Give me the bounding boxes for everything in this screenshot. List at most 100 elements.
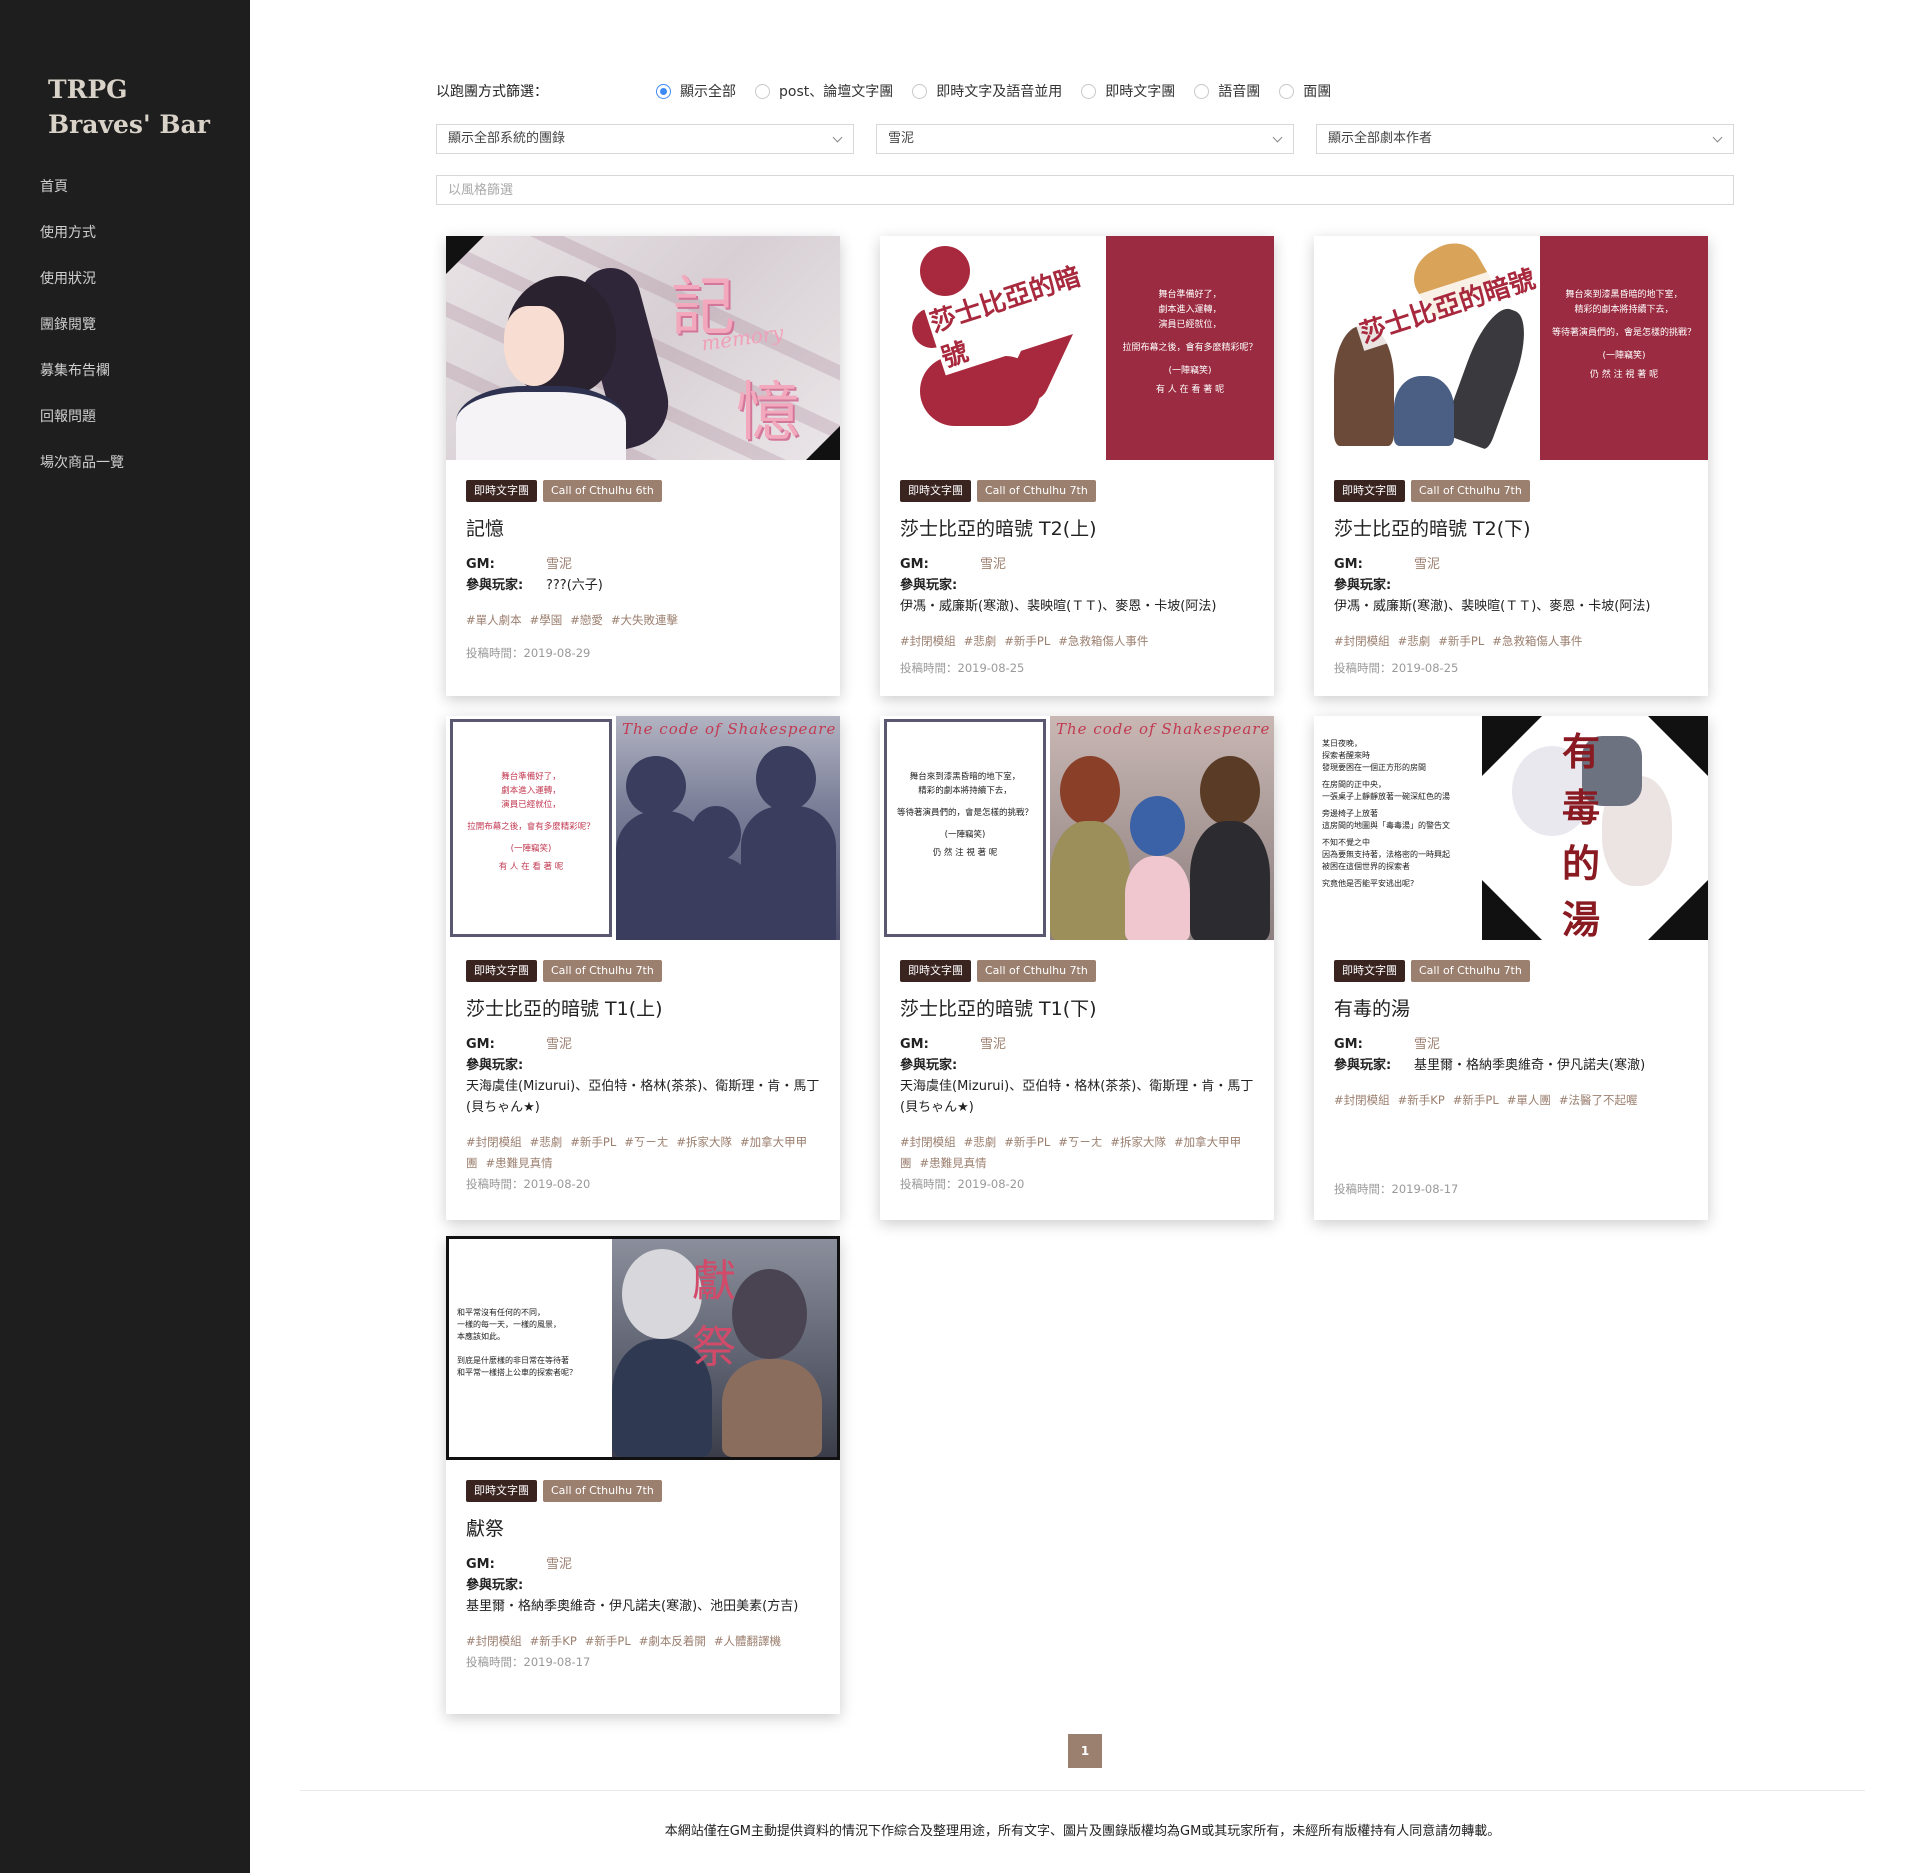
hashtag[interactable]: #封閉模組 — [466, 1634, 522, 1648]
hashtag[interactable]: #患難見真情 — [486, 1156, 553, 1170]
hashtag[interactable]: #悲劇 — [964, 1135, 997, 1149]
type-tag: 即時文字團 — [1334, 480, 1405, 502]
record-card[interactable]: 記 memory 憶 即時文字團 Call of Cthulhu 6th 記憶 G… — [446, 236, 840, 696]
card-cover-image[interactable]: 某日夜晚， 探索者醒來時 發現要困在一個正方形的房間 在房間的正中央， 一張桌子上靜靜… — [1314, 716, 1708, 940]
players-label: 參與玩家: — [1334, 578, 1392, 593]
hashtag[interactable]: #新手PL — [1004, 634, 1050, 648]
radio-offline[interactable]: 面團 — [1279, 81, 1331, 101]
gm-name[interactable]: 雪泥 — [546, 557, 572, 572]
site-brand[interactable]: TRPG Braves' Bar — [48, 72, 238, 142]
players-list: 基里爾・格納季奧維奇・伊凡諾夫(寒澈) — [1414, 1058, 1646, 1073]
hashtag[interactable]: #悲劇 — [530, 1135, 563, 1149]
card-cover-image[interactable]: 莎士比亞的暗號 舞台來到漆黑昏暗的地下室， 精彩的劇本將持續下去， 等待著演員們的，… — [1314, 236, 1708, 460]
record-card[interactable]: 莎士比亞的暗號 舞台來到漆黑昏暗的地下室， 精彩的劇本將持續下去， 等待著演員們的，… — [1314, 236, 1708, 696]
gm-name[interactable]: 雪泥 — [546, 1037, 572, 1052]
card-title[interactable]: 莎士比亞的暗號 T1(上) — [466, 996, 820, 1022]
hashtag[interactable]: #戀愛 — [570, 613, 603, 627]
radio-live-text[interactable]: 即時文字團 — [1081, 81, 1175, 101]
nav-item-report[interactable]: 回報問題 — [40, 402, 124, 448]
card-title[interactable]: 獻祭 — [466, 1516, 820, 1542]
cover-text-panel: 和平常沒有任何的不同， 一樣的每一天，一樣的風景， 本應該如此。 到底是什麼樣的非日常… — [449, 1239, 609, 1457]
pagination-page-button[interactable]: 1 — [1068, 1734, 1102, 1768]
card-title[interactable]: 莎士比亞的暗號 T1(下) — [900, 996, 1254, 1022]
gm-name[interactable]: 雪泥 — [980, 1037, 1006, 1052]
hashtag[interactable]: #新手PL — [1004, 1135, 1050, 1149]
hashtag[interactable]: #急救箱傷人事件 — [1058, 634, 1148, 648]
record-card[interactable]: 舞台來到漆黑昏暗的地下室， 精彩的劇本將持續下去， 等待著演員們的，會是怎樣的挑戰？… — [880, 716, 1274, 1220]
style-filter-input[interactable] — [436, 175, 1734, 205]
hashtag[interactable]: #大失敗連擊 — [611, 613, 678, 627]
hashtag[interactable]: #封閉模組 — [900, 1135, 956, 1149]
sidebar-nav: 首頁 使用方式 使用狀況 團錄閱覽 募集布告欄 回報問題 場次商品一覽 — [40, 172, 124, 494]
hashtag[interactable]: #單人劇本 — [466, 613, 522, 627]
hashtag-list: #封閉模組 #新手KP #新手PL #單人團 #法醫了不起喔 — [1334, 1090, 1688, 1111]
hashtag[interactable]: #拆家大隊 — [676, 1135, 732, 1149]
hashtag[interactable]: #ㄎㄧㄤ — [624, 1135, 668, 1149]
nav-item-recruit[interactable]: 募集布告欄 — [40, 356, 124, 402]
card-cover-image[interactable]: 舞台來到漆黑昏暗的地下室， 精彩的劇本將持續下去， 等待著演員們的，會是怎樣的挑戰？… — [880, 716, 1274, 940]
hashtag[interactable]: #新手KP — [1398, 1093, 1445, 1107]
gm-name[interactable]: 雪泥 — [1414, 557, 1440, 572]
radio-voice[interactable]: 語音團 — [1194, 81, 1260, 101]
card-cover-image[interactable]: 舞台準備好了， 劇本進入運轉， 演員已經就位， 拉開布幕之後，會有多麼精彩呢？ (一陣竊… — [446, 716, 840, 940]
hashtag[interactable]: #新手PL — [1438, 634, 1484, 648]
hashtag[interactable]: #拆家大隊 — [1110, 1135, 1166, 1149]
chevron-down-icon — [1712, 132, 1723, 143]
radio-icon — [1279, 83, 1295, 99]
hashtag[interactable]: #封閉模組 — [1334, 1093, 1390, 1107]
nav-item-status[interactable]: 使用狀況 — [40, 264, 124, 310]
hashtag[interactable]: #患難見真情 — [920, 1156, 987, 1170]
gm-name[interactable]: 雪泥 — [980, 557, 1006, 572]
players-label: 參與玩家: — [1334, 1058, 1392, 1073]
card-cover-image[interactable]: 記 memory 憶 — [446, 236, 840, 460]
hashtag[interactable]: #單人團 — [1507, 1093, 1551, 1107]
type-tag: 即時文字團 — [900, 480, 971, 502]
type-tag: 即時文字團 — [466, 960, 537, 982]
hashtag[interactable]: #封閉模組 — [466, 1135, 522, 1149]
posted-date: 投稿時間：2019-08-20 — [466, 1177, 591, 1191]
card-title[interactable]: 莎士比亞的暗號 T2(下) — [1334, 516, 1688, 542]
hashtag[interactable]: #劇本反着開 — [639, 1634, 706, 1648]
card-title[interactable]: 莎士比亞的暗號 T2(上) — [900, 516, 1254, 542]
radio-show-all[interactable]: 顯示全部 — [656, 81, 736, 101]
nav-item-home[interactable]: 首頁 — [40, 172, 124, 218]
hashtag[interactable]: #人體翻譯機 — [714, 1634, 781, 1648]
radio-post-forum[interactable]: post、論壇文字團 — [755, 81, 893, 101]
radio-icon — [912, 83, 928, 99]
hashtag[interactable]: #悲劇 — [964, 634, 997, 648]
radio-text-voice[interactable]: 即時文字及語音並用 — [912, 81, 1062, 101]
posted-date: 投稿時間：2019-08-20 — [900, 1177, 1025, 1191]
hashtag[interactable]: #ㄎㄧㄤ — [1058, 1135, 1102, 1149]
nav-item-usage[interactable]: 使用方式 — [40, 218, 124, 264]
record-card[interactable]: 舞台準備好了， 劇本進入運轉， 演員已經就位， 拉開布幕之後，會有多麼精彩呢？ (一陣竊… — [446, 716, 840, 1220]
record-card[interactable]: 某日夜晚， 探索者醒來時 發現要困在一個正方形的房間 在房間的正中央， 一張桌子上靜靜… — [1314, 716, 1708, 1220]
record-card[interactable]: 和平常沒有任何的不同， 一樣的每一天，一樣的風景， 本應該如此。 到底是什麼樣的非日常… — [446, 1236, 840, 1714]
hashtag[interactable]: #法醫了不起喔 — [1559, 1093, 1638, 1107]
hashtag[interactable]: #新手KP — [530, 1634, 577, 1648]
hashtag[interactable]: #封閉模組 — [900, 634, 956, 648]
nav-item-records[interactable]: 團錄閱覽 — [40, 310, 124, 356]
gm-select[interactable]: 雪泥 — [876, 124, 1294, 154]
chevron-down-icon — [1272, 132, 1283, 143]
system-select[interactable]: 顯示全部系統的團錄 — [436, 124, 854, 154]
hashtag[interactable]: #急救箱傷人事件 — [1492, 634, 1582, 648]
card-cover-image[interactable]: 莎士比亞的暗號 舞台準備好了， 劇本進入運轉， 演員已經就位， 拉開布幕之後，會有多麼… — [880, 236, 1274, 460]
gm-name[interactable]: 雪泥 — [1414, 1037, 1440, 1052]
gm-name[interactable]: 雪泥 — [546, 1557, 572, 1572]
nav-item-goods[interactable]: 場次商品一覽 — [40, 448, 124, 494]
hashtag[interactable]: #悲劇 — [1398, 634, 1431, 648]
hashtag[interactable]: #新手PL — [570, 1135, 616, 1149]
hashtag[interactable]: #新手PL — [1453, 1093, 1499, 1107]
gm-label: GM: — [466, 1557, 495, 1572]
hashtag[interactable]: #封閉模組 — [1334, 634, 1390, 648]
hashtag[interactable]: #學園 — [530, 613, 563, 627]
hashtag[interactable]: #新手PL — [585, 1634, 631, 1648]
card-title[interactable]: 記憶 — [466, 516, 820, 542]
posted-date: 投稿時間：2019-08-25 — [900, 661, 1025, 675]
gm-label: GM: — [466, 557, 495, 572]
card-title[interactable]: 有毒的湯 — [1334, 996, 1688, 1022]
author-select[interactable]: 顯示全部劇本作者 — [1316, 124, 1734, 154]
record-card[interactable]: 莎士比亞的暗號 舞台準備好了， 劇本進入運轉， 演員已經就位， 拉開布幕之後，會有多麼… — [880, 236, 1274, 696]
gm-label: GM: — [1334, 557, 1363, 572]
card-cover-image[interactable]: 和平常沒有任何的不同， 一樣的每一天，一樣的風景， 本應該如此。 到底是什麼樣的非日常… — [446, 1236, 840, 1460]
